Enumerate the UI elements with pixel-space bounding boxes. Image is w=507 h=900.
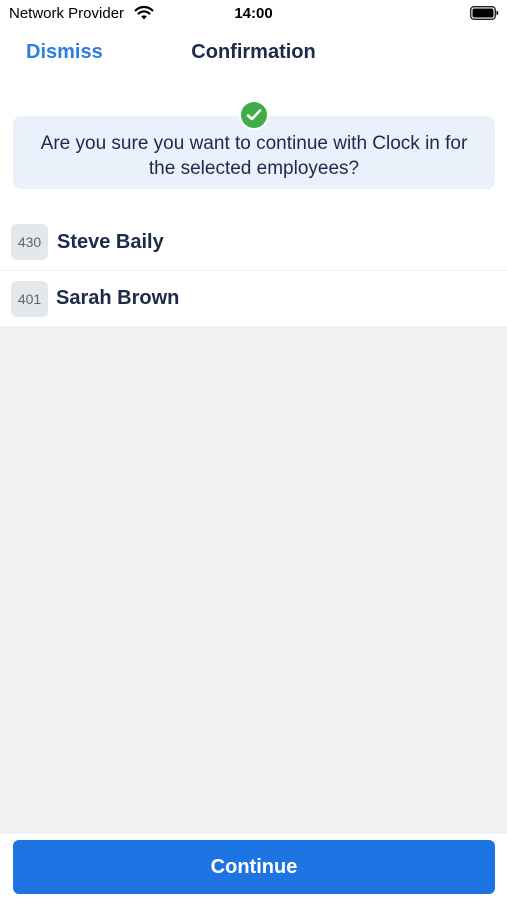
employee-row[interactable]: 430 Steve Baily xyxy=(0,214,507,270)
employee-row[interactable]: 401 Sarah Brown xyxy=(0,270,507,326)
employee-list: 430 Steve Baily 401 Sarah Brown xyxy=(0,214,507,326)
empty-content-area xyxy=(0,326,507,834)
employee-id-badge: 401 xyxy=(11,280,48,317)
footer: Continue xyxy=(0,834,507,900)
status-bar: Network Provider 14:00 xyxy=(0,0,507,28)
status-time: 14:00 xyxy=(234,5,273,22)
battery-full-icon xyxy=(470,6,499,20)
employee-id-badge: 430 xyxy=(11,224,48,260)
employee-name: Steve Baily xyxy=(57,230,164,253)
navigation-bar: Dismiss Confirmation xyxy=(0,28,507,78)
confirmation-screen: Network Provider 14:00 Dismiss Confirmat… xyxy=(0,0,507,900)
confirmation-message: Are you sure you want to continue with C… xyxy=(40,132,468,179)
continue-button[interactable]: Continue xyxy=(13,840,495,894)
check-circle-icon xyxy=(239,100,269,130)
employee-name: Sarah Brown xyxy=(56,287,180,309)
page-title: Confirmation xyxy=(191,41,316,63)
